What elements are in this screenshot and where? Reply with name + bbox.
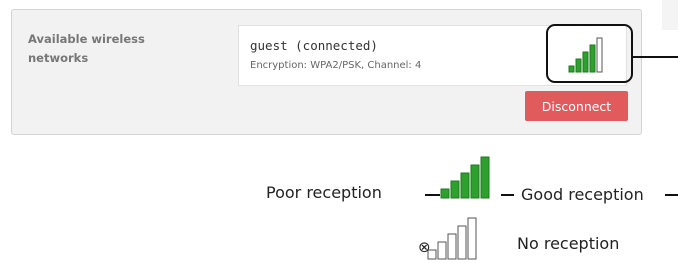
- signal-bar-filled: [450, 180, 460, 199]
- signal-bar-filled: [440, 188, 450, 199]
- signal-bar-filled: [582, 51, 589, 73]
- signal-bar-empty: [596, 37, 603, 73]
- annotation-overlay: [425, 24, 678, 260]
- signal-bar-filled: [568, 65, 575, 73]
- signal-bar-filled: [460, 172, 470, 199]
- good-reception-icon: [440, 156, 490, 199]
- signal-strength-icon: [568, 37, 603, 73]
- signal-bar-filled: [575, 58, 582, 73]
- signal-bar-filled: [480, 156, 490, 199]
- signal-bar-filled: [589, 44, 596, 73]
- no-reception-icon: [427, 217, 477, 260]
- signal-bar-empty: [437, 241, 447, 260]
- signal-bar-empty: [457, 225, 467, 260]
- poor-reception-label: Poor reception: [266, 183, 382, 202]
- good-reception-label: Good reception: [521, 185, 644, 204]
- signal-bar-empty: [447, 233, 457, 260]
- no-reception-label: No reception: [517, 234, 620, 253]
- signal-bar-empty: [467, 217, 477, 260]
- no-reception-symbol: ⊗: [418, 238, 431, 256]
- signal-bar-filled: [470, 164, 480, 199]
